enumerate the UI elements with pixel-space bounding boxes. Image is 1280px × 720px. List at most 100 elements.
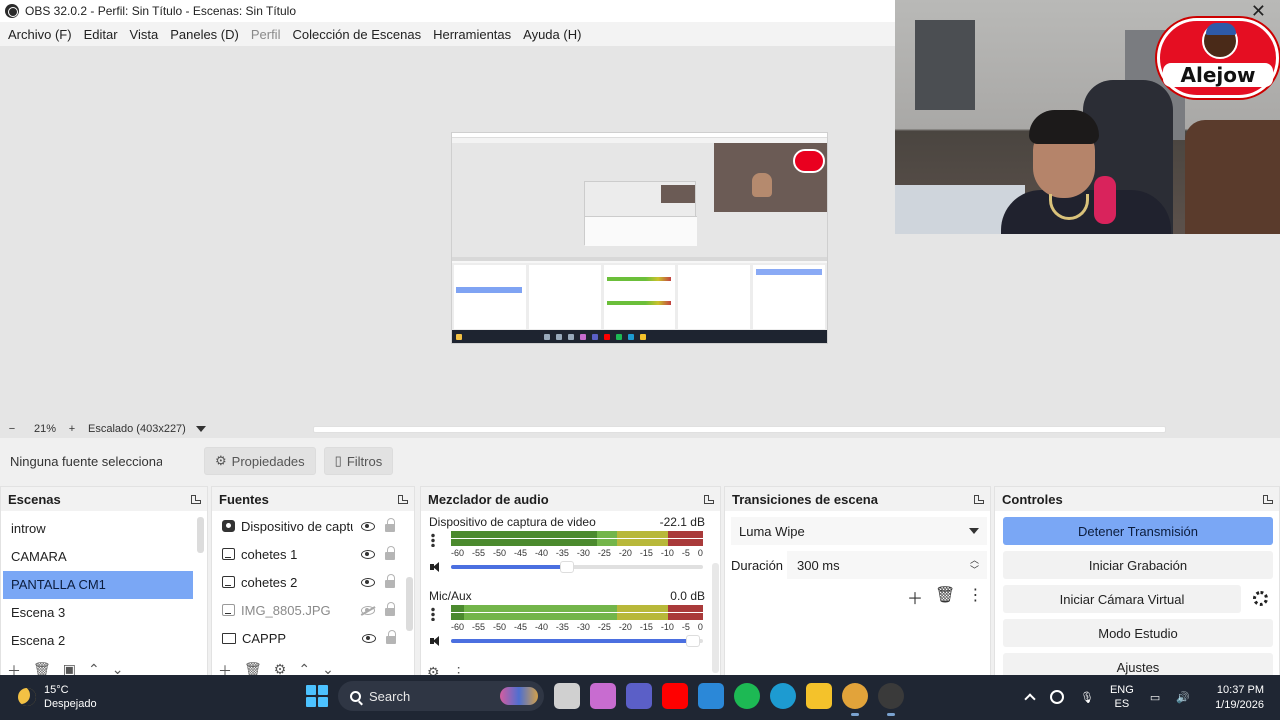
sources-dock-header: Fuentes [212, 487, 414, 511]
control-button[interactable]: Iniciar Cámara Virtual [1003, 585, 1241, 613]
scenes-toolbar: ＋ 🗑 ▣ ⌃ ⌄ [7, 661, 124, 675]
scaling-mode-dropdown-icon[interactable] [195, 426, 206, 432]
menu-item[interactable]: Archivo (F) [3, 27, 77, 42]
eye-icon[interactable] [361, 577, 375, 587]
task-view-icon[interactable] [554, 683, 580, 709]
menu-item[interactable]: Paneles (D) [165, 27, 244, 42]
menu-item[interactable]: Herramientas [428, 27, 516, 42]
microphone-icon[interactable]: 🎙 [1080, 691, 1094, 704]
add-transition-icon[interactable]: ＋ [907, 585, 923, 609]
volume-icon[interactable]: 🔊 [1176, 691, 1190, 704]
volume-slider[interactable] [451, 561, 703, 573]
channel-menu-icon[interactable] [431, 607, 435, 621]
copilot-icon[interactable] [590, 683, 616, 709]
network-status-icon[interactable] [1050, 690, 1064, 704]
transition-select[interactable]: Luma Wipe [731, 517, 987, 545]
undock-icon[interactable] [1263, 494, 1273, 504]
control-button[interactable]: Ajustes [1003, 653, 1273, 675]
volume-slider-handle[interactable] [559, 561, 574, 573]
volume-icon[interactable] [429, 635, 443, 647]
lock-icon[interactable] [385, 602, 395, 616]
source-row[interactable]: cohetes 1 [222, 540, 402, 568]
move-up-icon[interactable]: ⌃ [88, 661, 100, 675]
explorer-icon[interactable] [806, 683, 832, 709]
lock-icon[interactable] [385, 574, 395, 588]
undock-icon[interactable] [704, 494, 714, 504]
sources-scrollbar[interactable] [406, 577, 413, 631]
stepper-arrows-icon[interactable]: ︿ ﹀ [970, 555, 979, 575]
scenes-scrollbar[interactable] [197, 517, 204, 553]
lock-icon[interactable] [386, 630, 396, 644]
mixer-dock-header: Mezclador de audio [421, 487, 720, 511]
undock-icon[interactable] [191, 494, 201, 504]
teams-icon[interactable] [626, 683, 652, 709]
preview-recursive-docks [585, 216, 697, 246]
zoom-in-button[interactable]: + [64, 423, 80, 435]
close-icon[interactable]: ✕ [1251, 1, 1266, 22]
wifi-icon[interactable]: ▭ [1150, 691, 1160, 704]
mixer-scrollbar[interactable] [712, 563, 719, 673]
clock[interactable]: 10:37 PM 1/19/2026 [1206, 683, 1264, 713]
preview-nested-webcam [714, 143, 827, 212]
scene-item[interactable]: PANTALLA CM1 [3, 571, 193, 599]
volume-slider-handle[interactable] [685, 635, 700, 647]
move-up-icon[interactable]: ⌃ [298, 661, 310, 675]
obs-icon[interactable] [878, 683, 904, 716]
volume-slider[interactable] [451, 635, 703, 647]
properties-button[interactable]: ⚙ Propiedades [204, 447, 316, 475]
youtube-icon[interactable] [662, 683, 688, 709]
menu-item[interactable]: Ayuda (H) [518, 27, 586, 42]
preview-horizontal-scrollbar[interactable] [313, 426, 1166, 433]
chrome-icon[interactable] [842, 683, 868, 716]
move-down-icon[interactable]: ⌄ [322, 661, 334, 675]
move-down-icon[interactable]: ⌄ [112, 661, 124, 675]
control-button[interactable]: Modo Estudio [1003, 619, 1273, 647]
language-indicator[interactable]: ENG ES [1110, 683, 1134, 711]
preview-canvas[interactable] [451, 132, 828, 344]
eye-icon[interactable] [361, 521, 375, 531]
weather-widget[interactable]: 15°C Despejado [18, 683, 97, 711]
scene-item[interactable]: CAMARA [3, 543, 193, 571]
source-row[interactable]: Dispositivo de captura de video [222, 512, 402, 540]
duration-stepper[interactable]: 300 ms ︿ ﹀ [787, 551, 987, 579]
volume-icon[interactable] [429, 561, 443, 573]
menu-item[interactable]: Colección de Escenas [287, 27, 426, 42]
lock-icon[interactable] [385, 546, 395, 560]
undock-icon[interactable] [974, 494, 984, 504]
transition-menu-icon[interactable]: ⋮ [967, 585, 983, 609]
channel-menu-icon[interactable] [431, 533, 435, 547]
undock-icon[interactable] [398, 494, 408, 504]
remove-scene-icon[interactable]: 🗑 [33, 661, 51, 675]
control-button[interactable]: Iniciar Grabación [1003, 551, 1273, 579]
filters-button[interactable]: ▯ Filtros [323, 447, 394, 475]
source-row[interactable]: IMG_8805.JPG [222, 596, 402, 624]
show-hidden-icons-icon[interactable] [1024, 693, 1036, 705]
zoom-out-button[interactable]: − [4, 423, 20, 435]
add-scene-icon[interactable]: ＋ [7, 661, 21, 675]
spotify-icon[interactable] [734, 683, 760, 709]
source-row[interactable]: CAPPP [222, 624, 402, 652]
scene-item[interactable]: Escena 3 [3, 599, 193, 627]
eye-icon[interactable] [362, 633, 376, 643]
menu-item[interactable]: Vista [125, 27, 164, 42]
scene-item[interactable]: introw [3, 515, 193, 543]
add-source-icon[interactable]: ＋ [218, 661, 232, 675]
virtual-camera-settings-icon[interactable] [1253, 591, 1268, 606]
edge-icon[interactable] [770, 683, 796, 709]
remove-transition-icon[interactable]: 🗑 [935, 585, 955, 609]
meter-scale-tick: -10 [660, 622, 674, 632]
control-button[interactable]: Detener Transmisión [1003, 517, 1273, 545]
source-properties-icon[interactable]: ⚙ [274, 661, 287, 675]
lock-icon[interactable] [385, 518, 395, 532]
windows-start-icon[interactable] [306, 685, 328, 707]
scene-filters-icon[interactable]: ▣ [63, 661, 76, 675]
source-row[interactable]: cohetes 2 [222, 568, 402, 596]
taskbar-search[interactable]: Search [338, 681, 544, 711]
menu-item[interactable]: Perfil [246, 27, 286, 42]
remove-source-icon[interactable]: 🗑 [244, 661, 262, 675]
eye-off-icon[interactable] [361, 605, 375, 615]
store-icon[interactable] [698, 683, 724, 709]
scene-item[interactable]: Escena 2 [3, 627, 193, 655]
menu-item[interactable]: Editar [79, 27, 123, 42]
eye-icon[interactable] [361, 549, 375, 559]
